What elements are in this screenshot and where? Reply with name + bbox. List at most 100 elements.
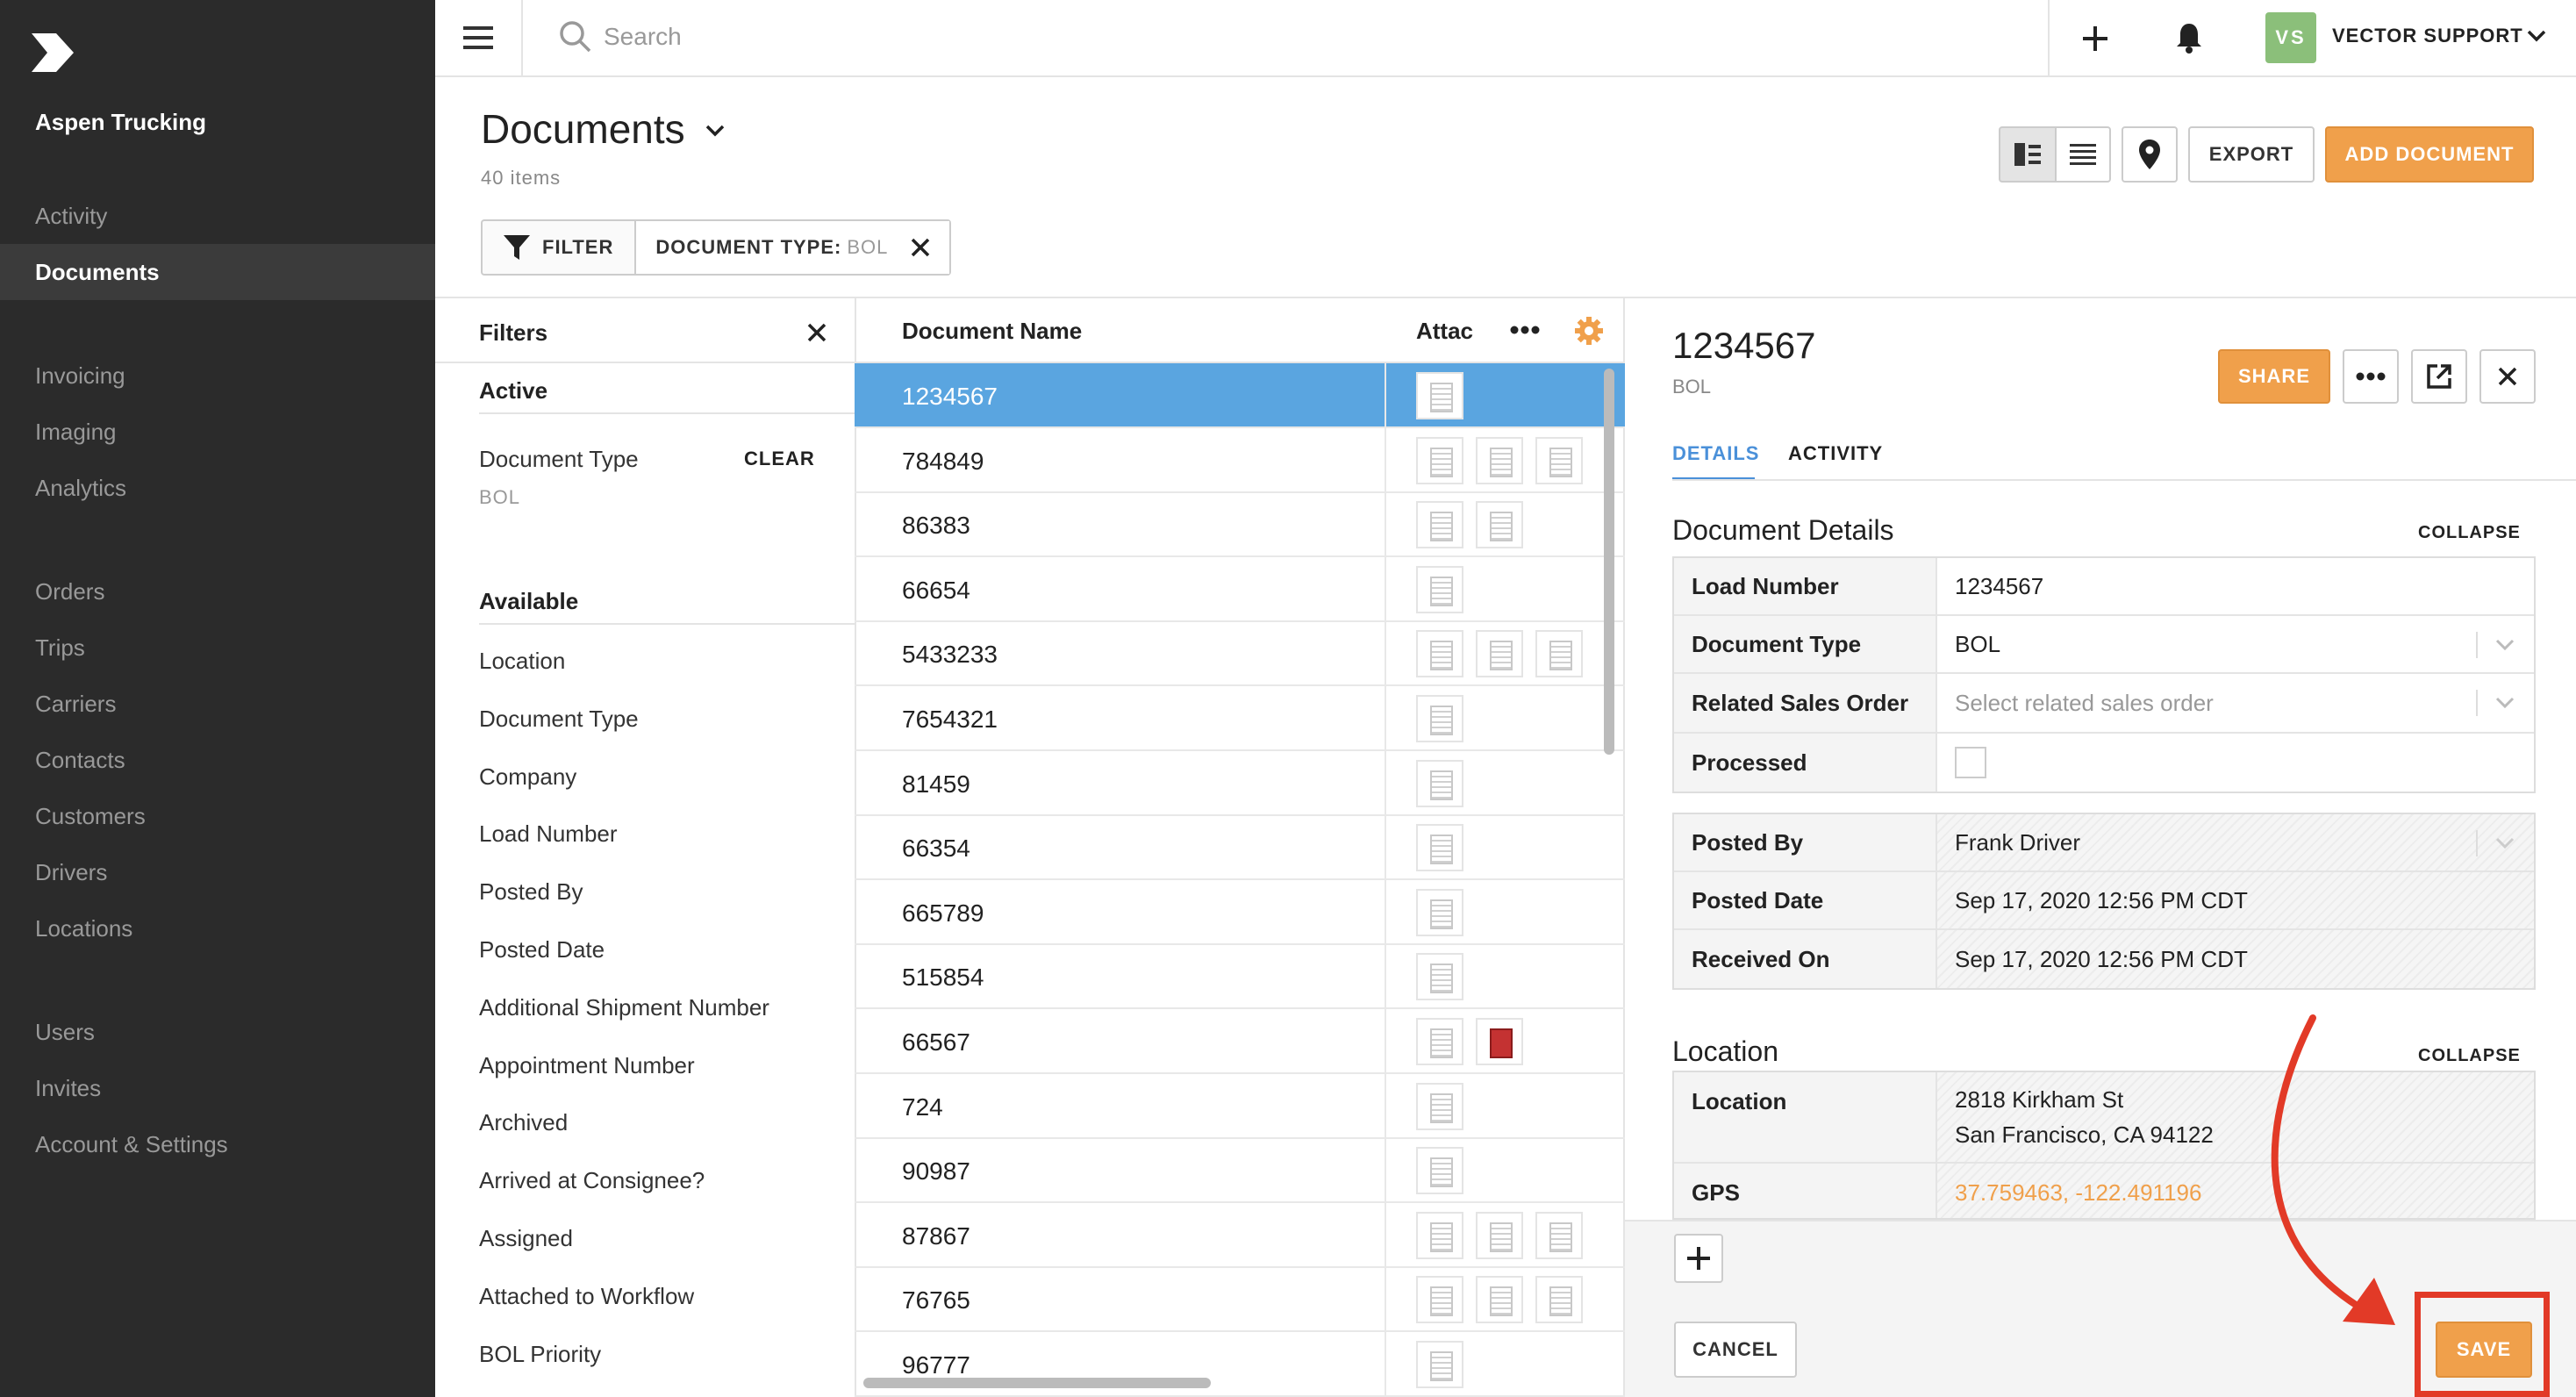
attachment-thumbnail[interactable] [1416, 372, 1463, 419]
list-vertical-scrollbar[interactable] [1604, 369, 1614, 755]
filter-option[interactable]: Posted By [479, 878, 583, 906]
table-row[interactable]: 1234567 [855, 363, 1625, 428]
close-icon[interactable] [911, 238, 930, 257]
active-filter-chip[interactable]: DOCUMENT TYPE: BOL [636, 221, 950, 274]
chevron-down-icon[interactable] [2523, 23, 2550, 49]
attachment-thumbnail[interactable] [1535, 436, 1583, 484]
export-button[interactable]: EXPORT [2188, 126, 2315, 183]
table-row[interactable]: 86383 [855, 492, 1625, 558]
more-options-icon[interactable] [1509, 325, 1541, 335]
add-document-button[interactable]: ADD DOCUMENT [2325, 126, 2534, 183]
menu-icon[interactable] [435, 0, 523, 75]
table-row[interactable]: 66354 [855, 815, 1625, 881]
attachment-thumbnail[interactable] [1416, 1276, 1463, 1324]
filter-option[interactable]: Archived [479, 1109, 568, 1136]
sidebar-item-activity[interactable]: Activity [0, 188, 435, 244]
table-row[interactable]: 66654 [855, 556, 1625, 622]
tab-details[interactable]: DETAILS [1672, 442, 1759, 465]
sidebar-item-users[interactable]: Users [0, 1004, 435, 1060]
more-actions-button[interactable] [2343, 349, 2399, 404]
close-icon[interactable] [804, 319, 830, 346]
filter-option[interactable]: Arrived at Consignee? [479, 1167, 705, 1194]
filter-option[interactable]: Attached to Workflow [479, 1283, 694, 1310]
sidebar-item-invoicing[interactable]: Invoicing [0, 347, 435, 404]
avatar[interactable]: VS [2265, 12, 2316, 63]
attachment-thumbnail[interactable] [1416, 824, 1463, 872]
filter-option[interactable]: BOL Priority [479, 1341, 601, 1368]
attachment-thumbnail[interactable] [1416, 1147, 1463, 1195]
add-icon[interactable] [2076, 19, 2114, 58]
search-input[interactable] [604, 18, 1393, 56]
table-row[interactable]: 784849 [855, 427, 1625, 493]
filter-option[interactable]: Company [479, 763, 576, 791]
attachment-thumbnail[interactable] [1416, 630, 1463, 678]
cancel-button[interactable]: CANCEL [1674, 1322, 1797, 1378]
sidebar-item-carriers[interactable]: Carriers [0, 676, 435, 732]
attachment-thumbnail[interactable] [1416, 888, 1463, 936]
sidebar-item-analytics[interactable]: Analytics [0, 460, 435, 516]
document-type-select[interactable]: BOL [1937, 616, 2534, 672]
sidebar-item-imaging[interactable]: Imaging [0, 404, 435, 460]
split-view-button[interactable] [1999, 126, 2057, 183]
user-menu-label[interactable]: VECTOR SUPPORT [2332, 25, 2523, 47]
attachment-thumbnail[interactable] [1476, 501, 1523, 549]
processed-checkbox[interactable] [1955, 747, 1986, 778]
attachment-thumbnail[interactable] [1476, 1276, 1523, 1324]
attachment-thumbnail[interactable] [1416, 1018, 1463, 1065]
attachment-thumbnail[interactable] [1416, 759, 1463, 807]
attachment-thumbnail[interactable] [1416, 501, 1463, 549]
collapse-details-button[interactable]: COLLAPSE [2418, 523, 2521, 543]
attachment-thumbnail[interactable] [1476, 630, 1523, 678]
attachment-thumbnail[interactable] [1416, 565, 1463, 613]
table-row[interactable]: 7654321 [855, 686, 1625, 751]
filter-option[interactable]: Posted Date [479, 936, 605, 964]
table-row[interactable]: 515854 [855, 944, 1625, 1010]
attachment-thumbnail[interactable] [1416, 953, 1463, 1001]
table-row[interactable]: 665789 [855, 879, 1625, 945]
filter-option[interactable]: Appointment Number [479, 1052, 695, 1079]
chevron-down-icon[interactable] [702, 118, 728, 144]
close-detail-button[interactable] [2479, 349, 2536, 404]
open-external-button[interactable] [2411, 349, 2467, 404]
attachment-thumbnail[interactable] [1416, 1211, 1463, 1259]
tab-activity[interactable]: ACTIVITY [1788, 442, 1883, 465]
collapse-location-button[interactable]: COLLAPSE [2418, 1046, 2521, 1066]
map-view-button[interactable] [2122, 126, 2178, 183]
table-row[interactable]: 76765 [855, 1267, 1625, 1333]
sidebar-item-drivers[interactable]: Drivers [0, 844, 435, 900]
table-row[interactable]: 87867 [855, 1202, 1625, 1268]
sidebar-item-locations[interactable]: Locations [0, 900, 435, 956]
attachment-thumbnail[interactable] [1535, 1211, 1583, 1259]
sidebar-item-documents[interactable]: Documents [0, 244, 435, 300]
filter-option[interactable]: Additional Shipment Number [479, 994, 769, 1021]
attachment-thumbnail[interactable] [1416, 1082, 1463, 1130]
attachment-thumbnail[interactable] [1476, 1211, 1523, 1259]
column-attachments[interactable]: Attachi [1416, 318, 1474, 345]
filter-option[interactable]: Load Number [479, 820, 618, 848]
sidebar-item-customers[interactable]: Customers [0, 788, 435, 844]
gps-link[interactable]: 37.759463, -122.491196 [1937, 1164, 2534, 1218]
attachment-thumbnail[interactable] [1416, 1341, 1463, 1388]
clear-filter-button[interactable]: CLEAR [744, 448, 815, 470]
related-sales-order-select[interactable]: Select related sales order [1937, 674, 2534, 732]
attachment-thumbnail[interactable] [1416, 695, 1463, 742]
attachment-thumbnail[interactable] [1535, 630, 1583, 678]
notifications-bell-icon[interactable] [2169, 18, 2209, 58]
table-row[interactable]: 5433233 [855, 621, 1625, 687]
sidebar-item-trips[interactable]: Trips [0, 620, 435, 676]
column-document-name[interactable]: Document Name [902, 318, 1082, 345]
share-button[interactable]: SHARE [2218, 349, 2330, 404]
filter-button[interactable]: FILTER [483, 221, 637, 274]
table-row[interactable]: 90987 [855, 1138, 1625, 1204]
attachment-thumbnail[interactable] [1476, 436, 1523, 484]
app-logo-icon[interactable] [32, 33, 74, 72]
attachment-thumbnail[interactable] [1535, 1276, 1583, 1324]
load-number-field[interactable]: 1234567 [1937, 558, 2534, 614]
list-horizontal-scrollbar[interactable] [863, 1378, 1211, 1388]
gear-icon[interactable] [1574, 316, 1604, 346]
table-row[interactable]: 724 [855, 1073, 1625, 1139]
sidebar-item-orders[interactable]: Orders [0, 563, 435, 620]
table-row[interactable]: 66567 [855, 1009, 1625, 1074]
filter-option[interactable]: Location [479, 648, 565, 675]
table-row[interactable]: 81459 [855, 750, 1625, 816]
